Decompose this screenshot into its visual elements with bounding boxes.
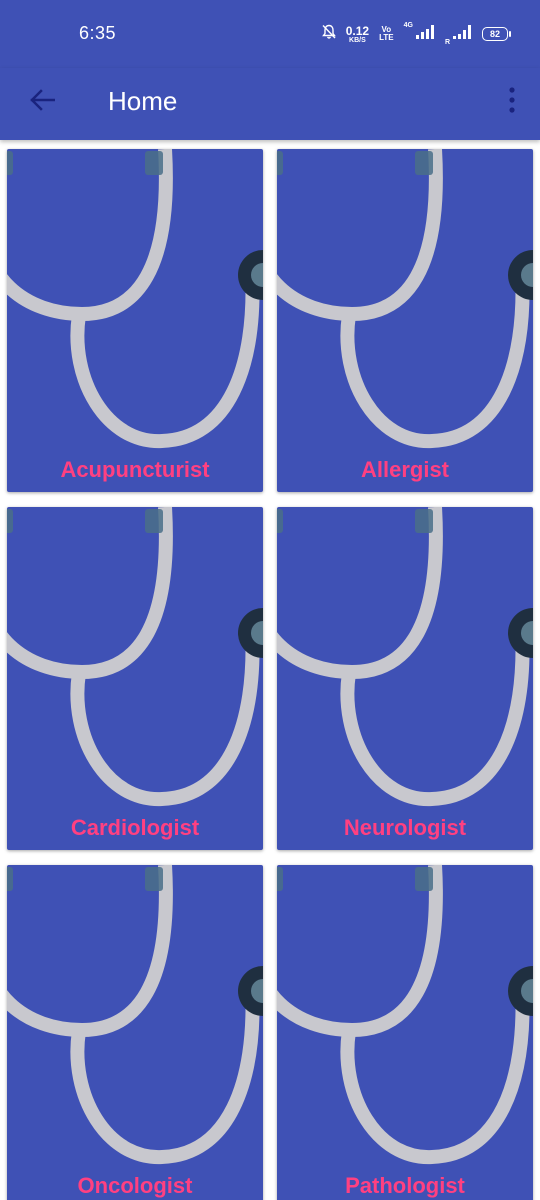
stethoscope-image [277,507,533,807]
specialty-card[interactable]: Cardiologist [7,507,263,850]
net-speed-unit: KB/S [349,36,366,44]
volte-indicator: Vo LTE [379,26,394,42]
specialty-label: Neurologist [343,815,467,840]
specialty-card[interactable]: Acupuncturist [7,149,263,492]
specialty-label: Allergist [360,457,450,482]
page-title: Home [108,86,178,116]
overflow-menu-button[interactable] [500,80,524,124]
specialty-card[interactable]: Allergist [277,149,533,492]
status-icons: 0.12 KB/S Vo LTE 4G R 82 [321,22,511,46]
specialty-label: Pathologist [345,1173,465,1198]
network-type: 4G [403,22,413,29]
net-speed: 0.12 KB/S [346,25,369,44]
arrow-left-icon [29,88,56,116]
specialty-card[interactable]: Oncologist [7,865,263,1200]
specialty-grid: Acupuncturist Allergist Cardiologist Neu… [0,140,540,1200]
stethoscope-image [277,865,533,1165]
stethoscope-image [277,149,533,449]
status-bar: 6:35 0.12 KB/S Vo LTE 4G R 82 [0,0,540,68]
specialty-card[interactable]: Neurologist [277,507,533,850]
bell-muted-icon [321,24,336,45]
status-time: 6:35 [79,23,117,43]
specialty-label: Acupuncturist [60,457,210,482]
volte-bottom: LTE [379,33,394,42]
more-vertical-icon [509,86,515,118]
specialty-card[interactable]: Pathologist [277,865,533,1200]
signal-icon [415,24,435,45]
stethoscope-image [7,149,263,449]
stethoscope-image [7,507,263,807]
stethoscope-image [7,865,263,1165]
signal-icon-2 [452,24,472,45]
specialty-label: Cardiologist [70,815,200,840]
battery-icon: 82 [482,27,511,41]
roaming-indicator: R [444,39,450,46]
specialty-label: Oncologist [77,1173,193,1198]
app-bar: Home [0,68,540,140]
back-button[interactable] [20,80,64,124]
net-speed-value: 0.12 [345,23,370,38]
